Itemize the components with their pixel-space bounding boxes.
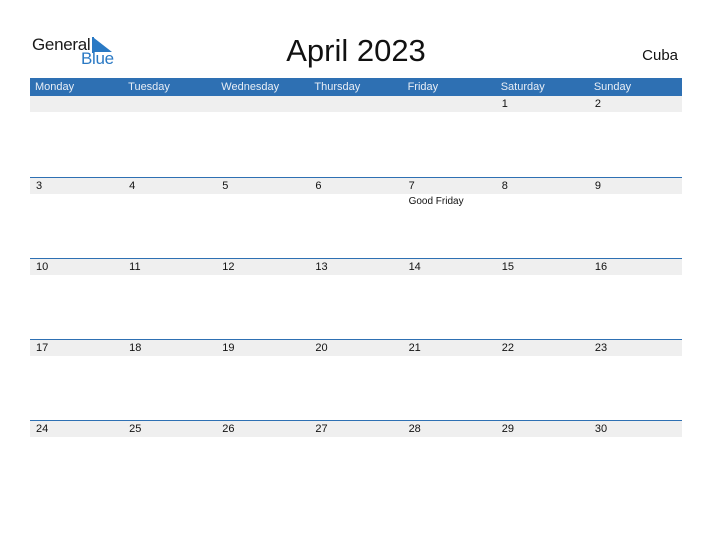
week-row: 12 (30, 96, 682, 114)
holiday-label (216, 112, 309, 114)
day-number: 30 (594, 423, 608, 435)
day-number: 21 (408, 342, 421, 354)
holiday-label (589, 437, 682, 439)
holiday-label (30, 194, 123, 207)
day-number: 17 (36, 342, 49, 354)
day-number: 3 (36, 180, 43, 192)
day-number: 8 (501, 180, 508, 192)
day-number: 25 (129, 423, 142, 435)
holiday-label (123, 194, 216, 207)
day-number: 23 (594, 342, 608, 354)
holiday-label (403, 275, 496, 277)
day-number: 29 (501, 423, 514, 435)
day-number: 19 (222, 342, 235, 354)
holiday-label (589, 194, 682, 207)
holiday-label (216, 194, 309, 207)
holiday-label (496, 112, 589, 114)
holiday-label (30, 437, 123, 439)
holiday-label (123, 112, 216, 114)
holiday-label (309, 275, 402, 277)
day-number: 12 (222, 261, 235, 273)
day-number: 15 (501, 261, 514, 273)
holiday-label (589, 275, 682, 277)
day-number: 27 (315, 423, 328, 435)
week-row: 3 4 5 6 7 8 9 Good Friday (30, 177, 682, 207)
date-strip: 17 18 19 20 21 22 23 (30, 340, 682, 356)
day-number: 6 (315, 180, 322, 192)
holiday-label (309, 194, 402, 207)
holiday-label (123, 356, 216, 358)
holiday-label (30, 356, 123, 358)
weekday-sunday: Sunday (593, 81, 632, 93)
day-number: 20 (315, 342, 328, 354)
day-number: 14 (408, 261, 421, 273)
day-number: 16 (594, 261, 608, 273)
day-number (123, 96, 216, 112)
weekday-saturday: Saturday (500, 81, 545, 93)
weekday-header: Monday Tuesday Wednesday Thursday Friday… (30, 78, 682, 96)
day-number: 7 (408, 180, 415, 192)
holiday-label (309, 112, 402, 114)
day-number: 18 (129, 342, 142, 354)
day-number: 10 (36, 261, 49, 273)
holiday-label (496, 275, 589, 277)
date-strip: 12 (30, 96, 682, 112)
day-number: 11 (129, 261, 141, 273)
holiday-label (403, 356, 496, 358)
events-row (30, 275, 682, 277)
day-number: 2 (594, 98, 601, 110)
day-number: 13 (315, 261, 328, 273)
date-strip: 10 11 12 13 14 15 16 (30, 259, 682, 275)
weekday-friday: Friday (407, 81, 439, 93)
date-strip: 3 4 5 6 7 8 9 (30, 178, 682, 194)
holiday-label (496, 437, 589, 439)
day-number: 28 (408, 423, 421, 435)
holiday-label: Good Friday (408, 196, 464, 207)
holiday-label (496, 356, 589, 358)
holiday-label (496, 194, 589, 207)
events-row (30, 356, 682, 358)
holiday-label (30, 112, 123, 114)
day-number (30, 96, 123, 112)
holiday-label (123, 275, 216, 277)
holiday-label (123, 437, 216, 439)
events-row: Good Friday (30, 194, 682, 207)
holiday-label (309, 437, 402, 439)
day-number: 5 (222, 180, 229, 192)
weekday-wednesday: Wednesday (221, 81, 280, 93)
weekday-tuesday: Tuesday (128, 81, 170, 93)
day-number: 24 (36, 423, 49, 435)
day-number (216, 96, 309, 112)
day-number: 1 (501, 98, 508, 110)
week-row: 10 11 12 13 14 15 16 (30, 258, 682, 277)
weekday-monday: Monday (35, 81, 75, 93)
holiday-label (403, 112, 496, 114)
day-number (403, 96, 496, 112)
day-number: 22 (501, 342, 514, 354)
day-number: 9 (594, 180, 601, 192)
country-label: Cuba (642, 47, 678, 64)
holiday-label (216, 275, 309, 277)
events-row (30, 437, 682, 439)
holiday-label (216, 356, 309, 358)
events-row (30, 112, 682, 114)
page-title: April 2023 (286, 33, 426, 68)
holiday-label (30, 275, 123, 277)
day-number: 4 (129, 180, 136, 192)
day-number: 26 (222, 423, 235, 435)
week-row: 24 25 26 27 28 29 30 (30, 420, 682, 439)
holiday-label (309, 356, 402, 358)
holiday-label (589, 112, 682, 114)
day-number (309, 96, 402, 112)
holiday-label (589, 356, 682, 358)
weekday-thursday: Thursday (314, 81, 361, 93)
holiday-label (403, 437, 496, 439)
date-strip: 24 25 26 27 28 29 30 (30, 421, 682, 437)
week-row: 17 18 19 20 21 22 23 (30, 339, 682, 358)
holiday-label (216, 437, 309, 439)
